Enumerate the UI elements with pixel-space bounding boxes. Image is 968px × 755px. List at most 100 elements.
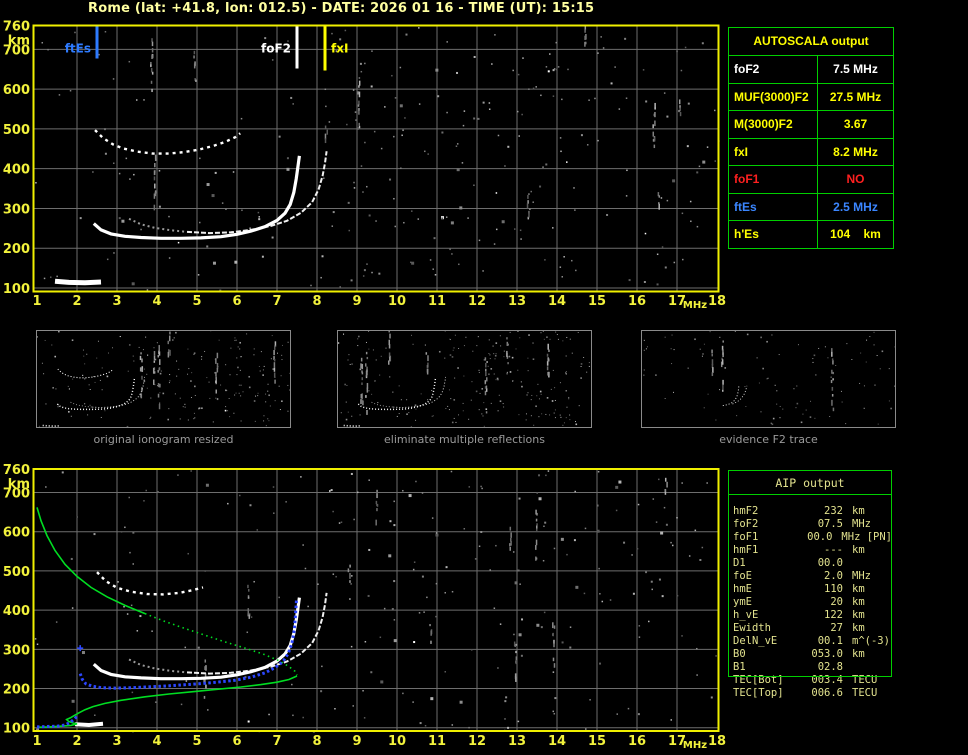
x-tick-label: 1 [32, 294, 41, 309]
x-tick-label: 9 [352, 734, 361, 749]
thumbnail-caption: eliminate multiple reflections [384, 433, 545, 446]
thumbnail-border [641, 330, 896, 428]
x-tick-label: 8 [312, 734, 321, 749]
thumbnail-border [36, 330, 291, 428]
param-value: 122 [824, 609, 843, 621]
thumbnail-eliminate-reflections [337, 330, 592, 428]
table-row: fxI 8.2 MHz [729, 137, 893, 165]
param-unit: km [852, 622, 865, 634]
x-tick-label: 11 [428, 734, 446, 749]
table-row: M(3000)F2 3.67 [729, 110, 893, 138]
param-value: 110 [824, 583, 843, 595]
param-value: --- [824, 544, 843, 556]
bottom-profile-chart: 1 2 3 4 5 6 7 8 9 10 11 12 13 14 15 16 17 18MHz7607006005… [3, 463, 726, 751]
x-tick-label: 14 [548, 294, 566, 309]
y-tick-label: 500 [3, 123, 30, 138]
param-label: M(3000)F2 [729, 111, 818, 138]
param-label: foF2 [729, 56, 818, 83]
y-tick-label: 400 [3, 604, 30, 619]
param-label: MUF(3000)F2 [729, 83, 818, 110]
param-label: B0 [733, 648, 746, 660]
param-unit: km [852, 505, 865, 517]
table-row: Ewidth 27 km [728, 622, 892, 635]
param-value: 3.67 [843, 117, 868, 131]
param-label: Ewidth [733, 622, 771, 634]
table-row: ymE 20 km [728, 596, 892, 609]
param-value: 232 [824, 505, 843, 517]
param-value: 20 [830, 596, 843, 608]
table-row: h_vE 122 km [728, 609, 892, 622]
y-tick-label: 200 [3, 242, 30, 257]
param-unit: km [852, 609, 865, 621]
param-unit: MHz [PN] [841, 531, 892, 543]
x-tick-label: 11 [428, 294, 446, 309]
param-label: foF1 [729, 166, 818, 193]
table-row: foE 2.0 MHz [728, 570, 892, 583]
param-label: B1 [733, 661, 746, 673]
param-value: 006.6 [811, 687, 843, 699]
param-label: foF2 [733, 518, 759, 530]
table-row: ftEs 2.5 MHz [729, 192, 893, 220]
table-row: hmE 110 km [728, 583, 892, 596]
param-value: 07.5 [817, 518, 843, 530]
x-axis-unit: MHz [683, 740, 707, 751]
param-value: 053.0 [811, 648, 843, 660]
x-tick-label: 16 [628, 294, 646, 309]
y-tick-label: 300 [3, 643, 30, 658]
x-tick-label: 10 [388, 294, 406, 309]
y-tick-label: 100 [3, 282, 30, 297]
x-tick-label: 13 [508, 734, 526, 749]
table-row: TEC[Bot] 003.4 TECU [728, 674, 892, 687]
x-tick-label: 8 [312, 294, 321, 309]
param-value: 003.4 [811, 674, 843, 686]
table-row: foF1 00.0 MHz [PN] [728, 531, 892, 544]
marker-label: ftEs [65, 42, 91, 56]
y-tick-label: 600 [3, 526, 30, 541]
autoscala-screen: { "header": { "title": "Rome (lat: +41.8… [0, 0, 968, 755]
table-row: MUF(3000)F2 27.5 MHz [729, 82, 893, 110]
param-unit: MHz [852, 518, 871, 530]
table-row: hmF1 --- km [728, 544, 892, 557]
y-axis-unit: km [8, 34, 30, 49]
x-tick-label: 6 [232, 734, 241, 749]
x-tick-label: 14 [548, 734, 566, 749]
marker-label: foF2 [261, 42, 291, 56]
param-value: 2.0 [824, 570, 843, 582]
y-tick-label: 600 [3, 83, 30, 98]
x-tick-label: 10 [388, 734, 406, 749]
x-tick-label: 18 [708, 294, 726, 309]
table-row: B0 053.0 km [728, 648, 892, 661]
param-value: 27 [830, 622, 843, 634]
x-tick-label: 3 [112, 734, 121, 749]
param-value: 02.8 [817, 661, 843, 673]
param-value: 7.5 MHz [833, 62, 878, 76]
param-unit: km [852, 583, 865, 595]
table-row: D1 00.0 [728, 557, 892, 570]
x-tick-label: 6 [232, 294, 241, 309]
x-tick-label: 2 [72, 734, 81, 749]
param-label: D1 [733, 557, 746, 569]
param-unit: TECU [852, 674, 878, 686]
table-row: foF2 7.5 MHz [729, 55, 893, 83]
param-label: TEC[Top] [733, 687, 784, 699]
x-tick-label: 13 [508, 294, 526, 309]
x-tick-label: 1 [32, 734, 41, 749]
param-unit: MHz [852, 570, 871, 582]
thumbnail-original-ionogram [36, 330, 291, 428]
param-value: 2.5 MHz [833, 199, 878, 214]
y-tick-label: 200 [3, 683, 30, 698]
param-label: foF1 [733, 531, 759, 543]
y-tick-label: 400 [3, 163, 30, 178]
param-label: hmF1 [733, 544, 759, 556]
param-label: h_vE [733, 609, 759, 621]
x-tick-label: 3 [112, 294, 121, 309]
y-tick-label: 500 [3, 565, 30, 580]
y-tick-label: 100 [3, 722, 30, 737]
param-label: hmF2 [733, 505, 759, 517]
x-tick-label: 4 [152, 734, 161, 749]
aip-rows: hmF2 232 km foF2 07.5 MHz foF1 00.0 MHz [PN] hmF1… [728, 505, 892, 700]
param-label: ftEs [729, 193, 818, 220]
x-tick-label: 5 [192, 734, 201, 749]
x-tick-label: 15 [588, 734, 606, 749]
x-tick-label: 9 [352, 294, 361, 309]
